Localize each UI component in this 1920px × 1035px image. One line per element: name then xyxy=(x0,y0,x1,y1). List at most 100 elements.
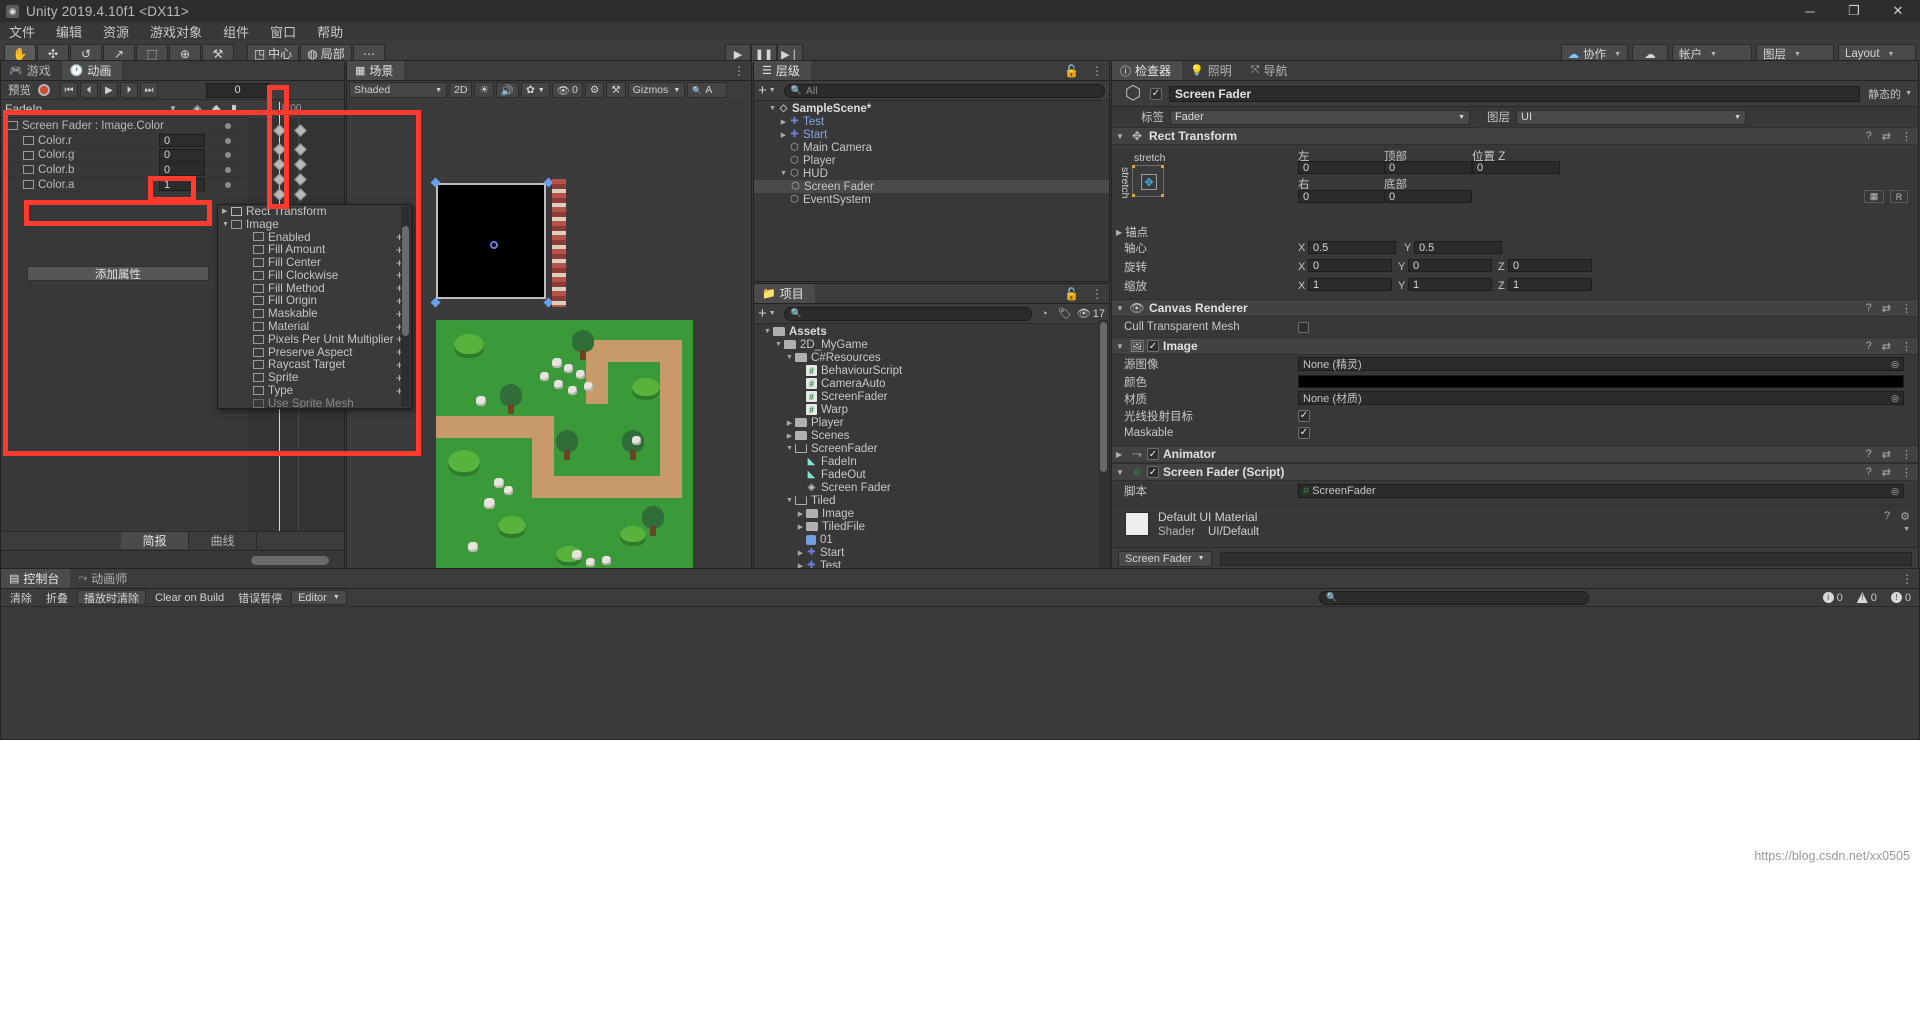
inspector-footer-object[interactable]: Screen Fader ▼ xyxy=(1118,550,1212,567)
hierarchy-item-eventsystem[interactable]: ⬡ EventSystem xyxy=(754,193,1109,206)
hidden-assets-icon[interactable]: 👁 xyxy=(1077,307,1091,320)
lock-icon[interactable]: 🔓 xyxy=(1058,284,1085,303)
canvas-renderer-header[interactable]: ▼ 👁 Canvas Renderer ? ⇄ ⋮ xyxy=(1112,299,1918,317)
picker-item-fill-amount[interactable]: Fill Amount + xyxy=(218,243,411,257)
screen-fader-rect[interactable] xyxy=(436,183,546,299)
scene-tilemap-image[interactable] xyxy=(436,320,693,569)
prev-frame-button[interactable]: ⏴ xyxy=(80,82,98,98)
keyframe-marker[interactable] xyxy=(294,143,307,156)
panel-menu-icon[interactable]: ⋮ xyxy=(1085,284,1109,303)
posz-input[interactable]: 0 xyxy=(1472,161,1560,174)
help-icon[interactable]: ? xyxy=(1866,302,1872,314)
add-property-dropdown[interactable]: ▶ Rect Transform ▼ Image Enabled + Fill … xyxy=(217,204,412,409)
project-item-screen-fader-controller[interactable]: ◈ Screen Fader xyxy=(754,481,1098,494)
chevron-down-icon[interactable]: ▼ xyxy=(773,341,784,348)
picker-item-preserve-aspect[interactable]: Preserve Aspect + xyxy=(218,345,411,359)
rect-transform-header[interactable]: ▼ ✥ Rect Transform ? ⇄ ⋮ xyxy=(1112,127,1918,145)
scale-z-input[interactable]: 1 xyxy=(1508,278,1592,291)
hierarchy-item-hud[interactable]: ▼ ⬡ HUD xyxy=(754,167,1109,180)
script-enabled-checkbox[interactable]: ✓ xyxy=(1147,466,1159,478)
bottom-input[interactable]: 0 xyxy=(1384,190,1472,203)
chevron-down-icon[interactable]: ▼ xyxy=(1116,132,1129,141)
scroll-thumb[interactable] xyxy=(402,226,409,336)
project-item-start-prefab[interactable]: ▶ ✚ Start xyxy=(754,546,1098,559)
add-event-icon[interactable]: ◆ xyxy=(212,102,220,115)
chevron-down-icon[interactable]: ▼ xyxy=(169,104,177,113)
rotation-x-input[interactable]: 0 xyxy=(1308,259,1392,272)
tab-animator[interactable]: ⤳ 动画师 xyxy=(70,569,139,588)
keyframe-dot[interactable] xyxy=(225,137,231,144)
image-enabled-checkbox[interactable]: ✓ xyxy=(1147,340,1159,352)
hierarchy-item-start[interactable]: ▶ ✚ Start xyxy=(754,128,1109,141)
filter-by-type-icon[interactable]: ◔ xyxy=(1041,308,1048,320)
chevron-right-icon[interactable]: ▶ xyxy=(778,131,789,139)
menu-item-assets[interactable]: 资源 xyxy=(103,22,129,41)
keyframe-dot[interactable] xyxy=(225,122,231,129)
minimize-button[interactable]: ─ xyxy=(1788,0,1832,22)
maskable-checkbox[interactable]: ✓ xyxy=(1298,426,1310,439)
chevron-down-icon[interactable]: ▼ xyxy=(762,328,773,335)
preset-icon[interactable]: ⇄ xyxy=(1882,466,1891,479)
image-component-header[interactable]: ▼ 🖼 ✓ Image ? ⇄ ⋮ xyxy=(1112,337,1918,355)
preset-icon[interactable]: ⇄ xyxy=(1882,130,1891,143)
hidden-objects-count[interactable]: 👁 0 xyxy=(551,82,583,98)
tab-inspector[interactable]: ⓘ 检查器 xyxy=(1112,61,1183,80)
key-toggle-icon[interactable]: ▮ xyxy=(231,102,237,115)
clear-on-build-button[interactable]: Clear on Build xyxy=(150,590,229,605)
picker-item-raycast-target[interactable]: Raycast Target + xyxy=(218,358,411,372)
layer-dropdown[interactable]: UI ▼ xyxy=(1516,109,1746,125)
panel-menu-icon[interactable]: ⋮ xyxy=(1895,569,1919,588)
prop-row-color-b[interactable]: Color.b 0 xyxy=(1,163,247,178)
blueprint-mode-button[interactable]: ▦ xyxy=(1864,190,1884,203)
picker-item-enabled[interactable]: Enabled + xyxy=(218,230,411,244)
close-button[interactable]: ✕ xyxy=(1876,0,1920,22)
preview-button[interactable]: 预览 xyxy=(3,82,36,98)
hierarchy-search-input[interactable]: 🔍 All xyxy=(783,83,1105,98)
tab-hierarchy[interactable]: ☰ 层级 xyxy=(754,61,811,80)
tab-navigation[interactable]: ⤧ 导航 xyxy=(1242,61,1299,80)
static-label[interactable]: 静态的 xyxy=(1868,86,1901,102)
keyframe-dot[interactable] xyxy=(225,152,231,159)
keyframe-marker[interactable] xyxy=(273,173,286,186)
chevron-right-icon[interactable]: ▶ xyxy=(1112,228,1122,237)
help-icon[interactable]: ? xyxy=(1866,448,1872,460)
hierarchy-item-screen-fader[interactable]: ⬡ Screen Fader xyxy=(754,180,1109,193)
effects-dropdown[interactable]: ✿ ▼ xyxy=(520,82,550,98)
add-property-button[interactable]: 添加属性 xyxy=(27,266,209,281)
project-search-input[interactable]: 🔍 xyxy=(783,306,1033,321)
panel-menu-icon[interactable]: ⋮ xyxy=(1085,61,1109,80)
pivot-y-input[interactable]: 0.5 xyxy=(1414,241,1502,254)
tag-dropdown[interactable]: Fader ▼ xyxy=(1170,109,1470,125)
picker-group-image[interactable]: ▼ Image xyxy=(218,217,411,231)
project-item-cameraauto[interactable]: # CameraAuto xyxy=(754,377,1098,390)
prop-value-color-g[interactable]: 0 xyxy=(159,148,205,162)
project-item-fadeout[interactable]: ◣ FadeOut xyxy=(754,468,1098,481)
chevron-right-icon[interactable]: ▶ xyxy=(778,118,789,126)
current-frame-input[interactable]: 0 xyxy=(206,82,269,98)
project-item-01[interactable]: 01 xyxy=(754,533,1098,546)
tab-scene[interactable]: ▦ 场景 xyxy=(347,61,405,80)
hierarchy-item-player[interactable]: ⬡ Player xyxy=(754,154,1109,167)
source-image-field[interactable]: None (精灵) ◎ xyxy=(1298,357,1904,371)
keyframe-marker[interactable] xyxy=(294,124,307,137)
tab-project[interactable]: 📁 项目 xyxy=(754,284,815,303)
tab-game[interactable]: 🎮 游戏 xyxy=(1,61,62,80)
keyframe-marker[interactable] xyxy=(273,143,286,156)
collapse-button[interactable]: 折叠 xyxy=(41,590,73,605)
error-pause-button[interactable]: 错误暂停 xyxy=(233,590,287,605)
rotation-y-input[interactable]: 0 xyxy=(1408,259,1492,272)
clear-on-play-button[interactable]: 播放时清除 xyxy=(77,590,146,605)
prop-value-color-r[interactable]: 0 xyxy=(159,134,205,148)
raw-edit-mode-button[interactable]: R xyxy=(1890,190,1908,203)
scene-tools-icon[interactable]: ⚒ xyxy=(606,82,626,98)
picker-item-use-sprite-mesh[interactable]: Use Sprite Mesh xyxy=(218,397,411,408)
chevron-right-icon[interactable]: ▶ xyxy=(795,510,806,518)
project-item-warp[interactable]: # Warp xyxy=(754,403,1098,416)
scene-camera-settings-icon[interactable]: ⚙ xyxy=(584,82,605,98)
component-menu-icon[interactable]: ⋮ xyxy=(1901,340,1912,353)
project-item-screenfader-script[interactable]: # ScreenFader xyxy=(754,390,1098,403)
project-item-fadein[interactable]: ◣ FadeIn xyxy=(754,455,1098,468)
panel-menu-icon[interactable]: ⋮ xyxy=(727,61,751,80)
keyframe-marker[interactable] xyxy=(273,124,286,137)
object-enabled-checkbox[interactable]: ✓ xyxy=(1150,87,1162,100)
